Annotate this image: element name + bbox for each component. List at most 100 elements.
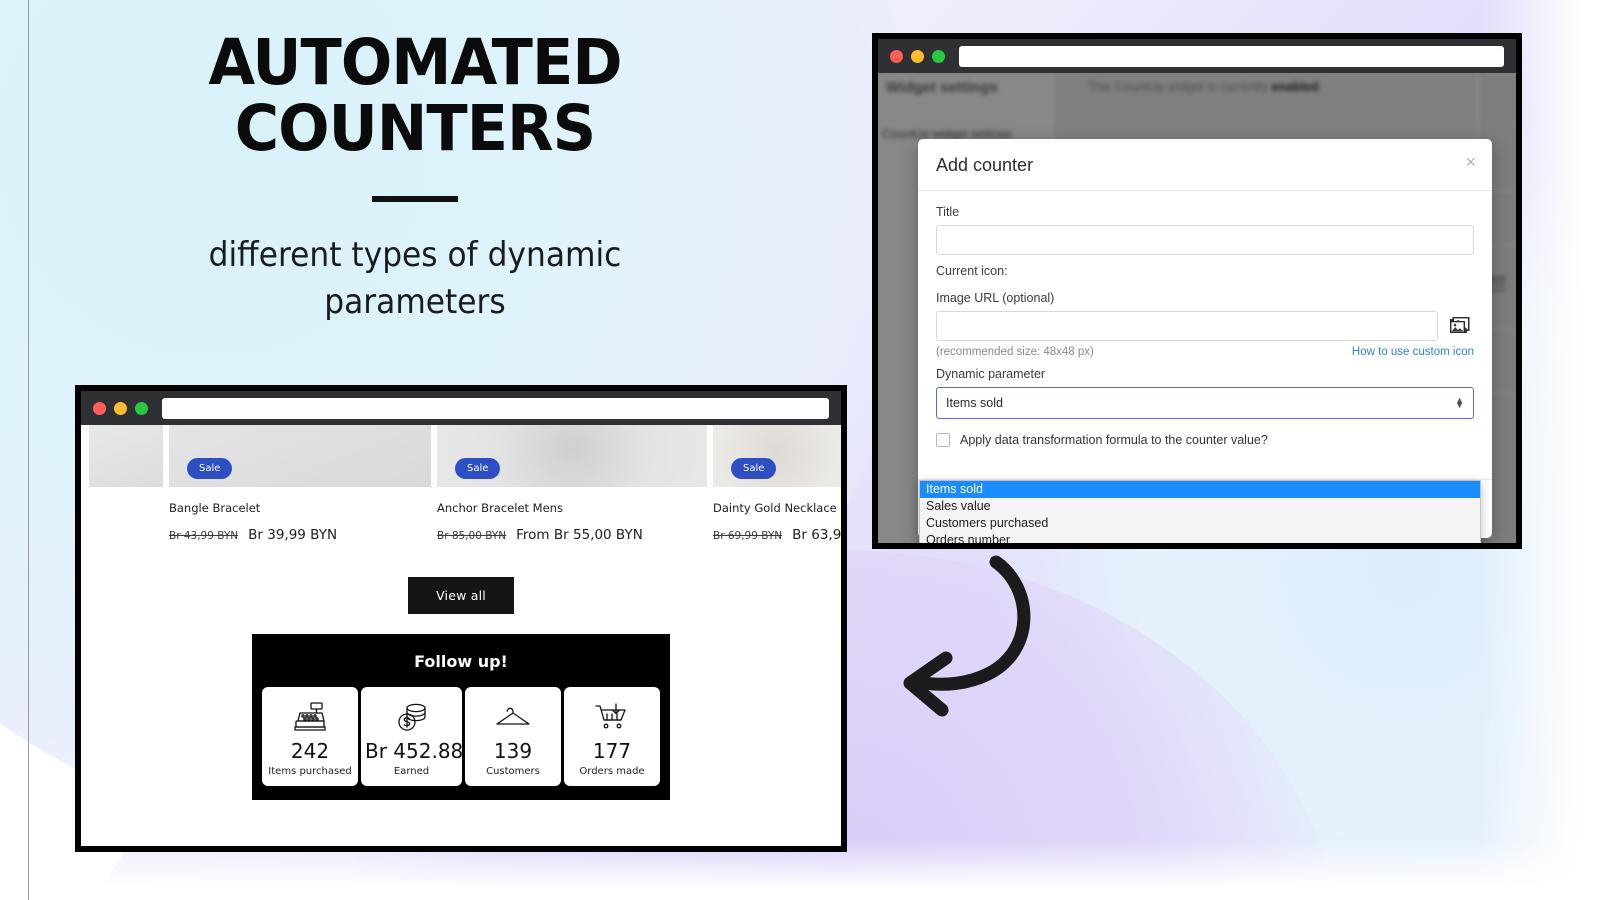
- store-browser-titlebar: [81, 391, 841, 425]
- maximize-window-dot[interactable]: [932, 49, 945, 63]
- product-meta-row: Bangle Bracelet Br 43,99 BYN Br 39,99 BY…: [81, 487, 841, 543]
- counter-label: Customers: [486, 766, 540, 777]
- view-all-button[interactable]: View all: [408, 577, 514, 614]
- dynamic-parameter-dropdown[interactable]: Items sold Sales value Customers purchas…: [919, 480, 1481, 543]
- curved-arrow-icon: [880, 540, 1070, 725]
- product-old-price: Br 69,99 BYN: [713, 530, 783, 542]
- sale-badge: Sale: [731, 458, 777, 479]
- image-hint-row: (recommended size: 48x48 px) How to use …: [936, 346, 1474, 358]
- counter-row: 242 Items purchased Br 452.88 Earned 139…: [262, 687, 660, 786]
- dropdown-option[interactable]: Sales value: [920, 498, 1480, 515]
- chevron-updown-icon: ▲ ▼: [1455, 394, 1464, 410]
- product-image[interactable]: Sale: [89, 425, 163, 487]
- dropdown-option[interactable]: Orders number: [920, 532, 1480, 543]
- close-window-dot[interactable]: [890, 49, 903, 63]
- product-image[interactable]: Sale: [169, 425, 431, 487]
- admin-url-bar[interactable]: [959, 45, 1504, 67]
- left-vertical-rule: [28, 0, 29, 900]
- dropdown-option[interactable]: Customers purchased: [920, 515, 1480, 532]
- title-input[interactable]: [936, 225, 1474, 255]
- counter-card[interactable]: 139 Customers: [465, 687, 561, 786]
- countup-widget-title: Follow up!: [414, 652, 508, 671]
- counter-value: 139: [493, 739, 533, 763]
- counter-card[interactable]: 242 Items purchased: [262, 687, 358, 786]
- close-window-dot[interactable]: [93, 401, 106, 415]
- product-image-strip: Sale Sale Sale Sale: [81, 425, 841, 487]
- recommended-size-hint: (recommended size: 48x48 px): [936, 346, 1094, 358]
- dynamic-parameter-select[interactable]: Items sold ▲ ▼: [936, 387, 1474, 419]
- store-url-bar[interactable]: [162, 397, 829, 419]
- counter-value: Br 452.88: [365, 739, 464, 763]
- close-icon[interactable]: ×: [1465, 153, 1476, 171]
- title-field-label: Title: [936, 205, 960, 219]
- minimize-window-dot[interactable]: [911, 49, 924, 63]
- counter-label: Items purchased: [268, 766, 352, 777]
- minimize-window-dot[interactable]: [114, 401, 127, 415]
- product-new-price: Br 63,99 B: [792, 527, 847, 543]
- product-name: Bangle Bracelet: [169, 501, 261, 515]
- widget-status-suffix: .: [1318, 80, 1323, 94]
- store-window-controls: [93, 401, 148, 415]
- admin-browser-frame: Widget settings CountUp widget settings …: [872, 33, 1522, 549]
- product-prices: Br 85,00 BYN From Br 55,00 BYN: [437, 527, 713, 543]
- image-picker-icon[interactable]: [1448, 314, 1474, 338]
- product-image[interactable]: Sale: [713, 425, 841, 487]
- product-image[interactable]: Sale: [437, 425, 707, 487]
- dropdown-option[interactable]: Items sold: [920, 481, 1480, 498]
- clothes-hanger-icon: [469, 697, 557, 737]
- store-page-body: Sale Sale Sale Sale Bangle Bracelet: [81, 425, 841, 846]
- view-all-wrapper: View all: [81, 577, 841, 614]
- image-url-row: [936, 311, 1474, 341]
- product-prices: Br 43,99 BYN Br 39,99 BYN: [169, 527, 437, 543]
- admin-window-controls: [890, 49, 945, 63]
- counter-label: Orders made: [579, 766, 645, 777]
- formula-checkbox[interactable]: [936, 433, 950, 447]
- modal-title: Add counter: [936, 155, 1034, 175]
- widget-status-state: enabled: [1271, 80, 1319, 94]
- product-old-price: Br 43,99 BYN: [169, 530, 239, 542]
- sale-badge: Sale: [187, 458, 233, 479]
- admin-page-body: Widget settings CountUp widget settings …: [878, 73, 1516, 543]
- modal-content: Title Current icon: Image URL (optional): [918, 191, 1492, 463]
- counter-card[interactable]: Br 452.88 Earned: [361, 687, 464, 786]
- maximize-window-dot[interactable]: [135, 401, 148, 415]
- counter-label: Earned: [393, 766, 430, 777]
- counter-value: 177: [592, 739, 632, 763]
- cash-register-icon: [266, 697, 354, 737]
- coins-icon: [365, 697, 458, 737]
- admin-panel-title: Widget settings: [886, 79, 998, 96]
- product-card[interactable]: Dainty Gold Necklace Br 69,99 BYN Br 63,…: [713, 501, 847, 543]
- admin-browser-window: Widget settings CountUp widget settings …: [872, 33, 1522, 549]
- product-new-price: Br 39,99 BYN: [248, 527, 338, 543]
- headline-divider: [372, 196, 458, 203]
- current-icon-label: Current icon:: [936, 264, 1008, 278]
- subheadline-line-1: different types of dynamic: [208, 235, 622, 276]
- product-name: Anchor Bracelet Mens: [437, 501, 563, 515]
- headline-line-2: COUNTERS: [234, 92, 597, 166]
- countup-widget: Follow up! 242 Items purchased Br 452.88…: [252, 634, 670, 800]
- counter-card[interactable]: 177 Orders made: [564, 687, 660, 786]
- product-card[interactable]: Anchor Bracelet Mens Br 85,00 BYN From B…: [437, 501, 713, 543]
- admin-browser-titlebar: [878, 39, 1516, 73]
- modal-header: Add counter ×: [918, 139, 1492, 191]
- store-browser-window: Sale Sale Sale Sale Bangle Bracelet: [75, 385, 847, 852]
- shopping-cart-icon: [568, 697, 656, 737]
- product-prices: Br 69,99 BYN Br 63,99 B: [713, 527, 847, 543]
- widget-status-text: This CountUp widget is currently enabled…: [1088, 80, 1322, 94]
- headline-line-1: AUTOMATED: [208, 26, 622, 99]
- subheadline: different types of dynamic parameters: [153, 232, 677, 326]
- widget-status-prefix: This CountUp widget is currently: [1088, 80, 1272, 94]
- dynamic-parameter-label: Dynamic parameter: [936, 367, 1046, 381]
- rail-divider: [1478, 125, 1516, 126]
- image-url-input[interactable]: [936, 311, 1438, 341]
- product-new-price: From Br 55,00 BYN: [516, 527, 643, 543]
- sale-badge: Sale: [455, 458, 501, 479]
- formula-checkbox-row[interactable]: Apply data transformation formula to the…: [936, 433, 1474, 447]
- headline-block: AUTOMATED COUNTERS different types of dy…: [130, 26, 700, 326]
- product-card[interactable]: Bangle Bracelet Br 43,99 BYN Br 39,99 BY…: [169, 501, 437, 543]
- subheadline-line-2: parameters: [324, 282, 506, 323]
- add-counter-modal: Add counter × Title Current icon: Image …: [918, 139, 1492, 538]
- counter-value: 242: [290, 739, 330, 763]
- how-to-use-custom-icon-link[interactable]: How to use custom icon: [1352, 346, 1474, 358]
- product-card: [89, 501, 169, 543]
